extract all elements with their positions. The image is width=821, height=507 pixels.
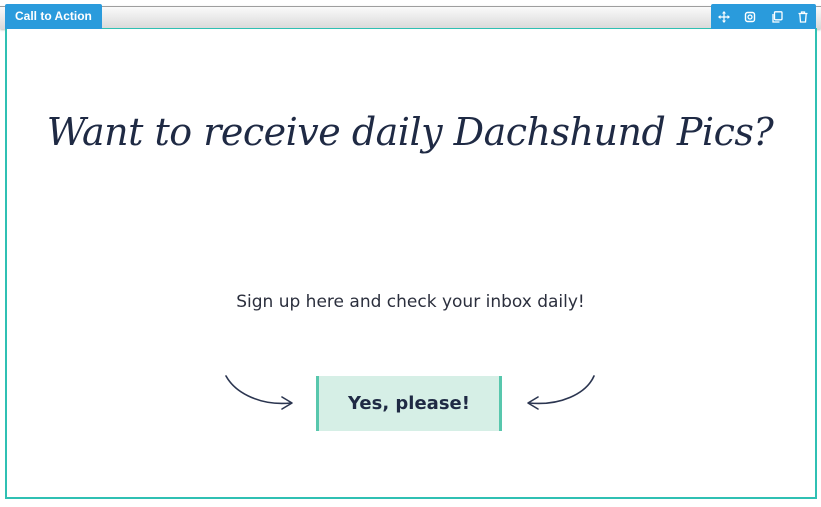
module-toolbar	[711, 4, 816, 29]
duplicate-icon[interactable]	[770, 10, 784, 24]
editor-top-bar	[0, 6, 821, 29]
arrow-left-icon	[527, 375, 595, 410]
module-label-tab[interactable]: Call to Action	[5, 4, 102, 29]
arrow-right-icon	[225, 375, 293, 410]
cta-headline: Want to receive daily Dachshund Pics?	[46, 110, 774, 154]
move-icon[interactable]	[717, 10, 731, 24]
yes-please-button[interactable]: Yes, please!	[316, 376, 502, 431]
settings-icon[interactable]	[743, 10, 757, 24]
delete-icon[interactable]	[796, 10, 810, 24]
cta-subtext: Sign up here and check your inbox daily!	[236, 292, 585, 312]
